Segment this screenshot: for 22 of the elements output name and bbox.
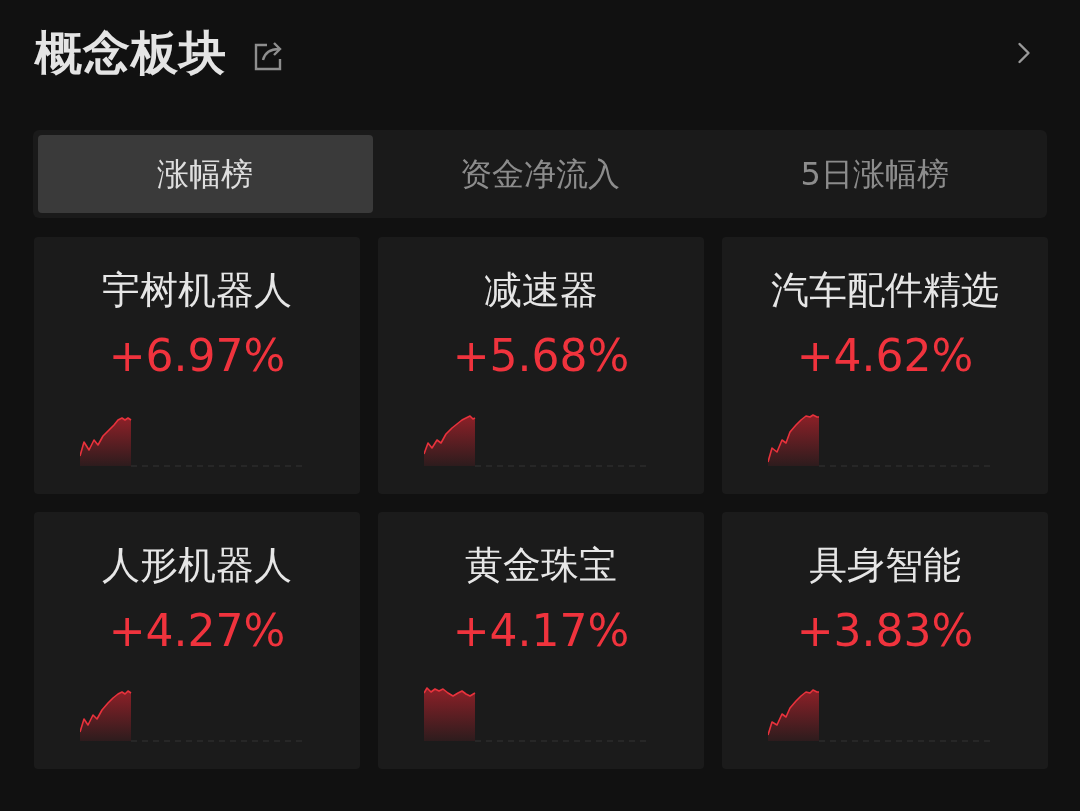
change-percent: +6.97% [108, 330, 286, 382]
change-percent: +4.27% [108, 605, 286, 657]
tab[interactable]: 5日涨幅榜 [707, 135, 1042, 213]
sector-name: 汽车配件精选 [771, 267, 999, 313]
sector-card[interactable]: 具身智能 +3.83% [722, 512, 1048, 769]
change-percent: +4.17% [452, 605, 630, 657]
sector-name: 宇树机器人 [102, 267, 292, 313]
sector-card[interactable]: 人形机器人 +4.27% [34, 512, 360, 769]
sector-card[interactable]: 减速器 +5.68% [378, 237, 704, 494]
tab[interactable]: 涨幅榜 [38, 135, 373, 213]
tab[interactable]: 资金净流入 [372, 135, 708, 213]
change-percent: +4.62% [796, 330, 974, 382]
sector-name: 减速器 [484, 267, 598, 313]
change-percent: +5.68% [452, 330, 630, 382]
sector-card[interactable]: 黄金珠宝 +4.17% [378, 512, 704, 769]
change-percent: +3.83% [796, 605, 974, 657]
sector-card[interactable]: 汽车配件精选 +4.62% [722, 237, 1048, 494]
sector-name: 黄金珠宝 [465, 542, 617, 588]
sector-name: 具身智能 [809, 542, 961, 588]
sector-card[interactable]: 宇树机器人 +6.97% [34, 237, 360, 494]
section-title: 概念板块 [35, 25, 227, 81]
sector-name: 人形机器人 [102, 542, 292, 588]
